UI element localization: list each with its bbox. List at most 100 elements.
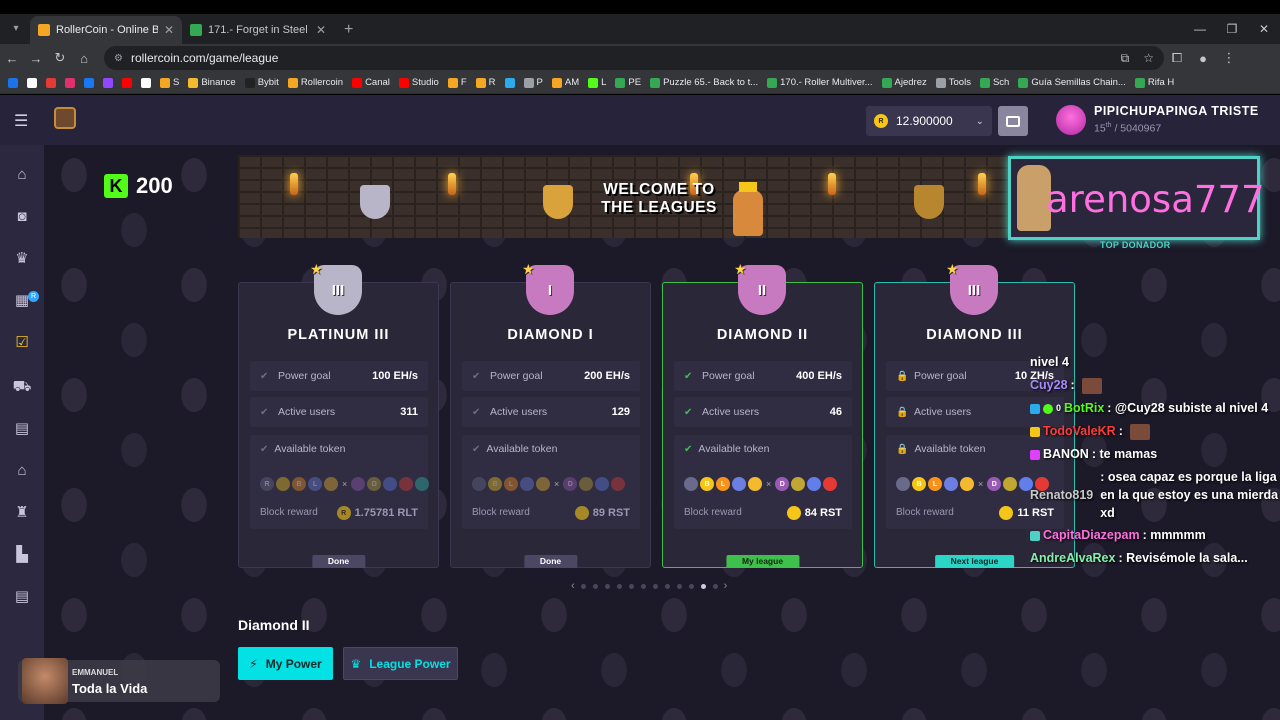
- close-icon[interactable]: ✕: [164, 23, 174, 37]
- forward-icon[interactable]: →: [24, 51, 48, 66]
- chevron-left-icon[interactable]: ‹: [571, 580, 575, 592]
- league-card[interactable]: ★ III PLATINUM III ✔ Power goal 100 EH/s…: [238, 261, 439, 568]
- username[interactable]: PIPICHUPAPINGA TRISTE: [1094, 104, 1259, 118]
- pager-dot[interactable]: [664, 583, 670, 589]
- trophy-icon[interactable]: ♜: [12, 503, 32, 523]
- pager-dot[interactable]: [700, 583, 706, 589]
- active-users-row: ✔ Active users 46: [674, 397, 852, 427]
- bookmark-item[interactable]: [84, 77, 94, 88]
- pager-dot[interactable]: [616, 583, 622, 589]
- games-controller-icon[interactable]: ◙: [12, 207, 32, 227]
- wallet-button[interactable]: [998, 106, 1028, 136]
- bookmark-item[interactable]: [27, 77, 37, 88]
- extensions-icon[interactable]: ⧠: [1164, 50, 1190, 66]
- avatar[interactable]: [1056, 105, 1086, 135]
- news-icon[interactable]: ▤: [12, 587, 32, 607]
- bookmark-item[interactable]: AM: [551, 77, 579, 88]
- shop-cart-icon[interactable]: ⛟: [12, 377, 32, 397]
- chevron-right-icon[interactable]: ›: [724, 580, 728, 592]
- tasks-icon[interactable]: ☑: [12, 333, 32, 353]
- bookmark-item[interactable]: Puzzle 65.- Back to t...: [650, 77, 758, 88]
- pager-dot[interactable]: [688, 583, 694, 589]
- close-icon[interactable]: ✕: [316, 23, 326, 37]
- reload-icon[interactable]: ↻: [48, 50, 72, 66]
- bookmark-star-icon[interactable]: ☆: [1143, 51, 1154, 66]
- site-info-icon[interactable]: ⚙: [114, 53, 123, 64]
- storage-icon[interactable]: ▤: [12, 419, 32, 439]
- url-input[interactable]: ⚙ rollercoin.com/game/league ⧉ ☆: [104, 46, 1164, 70]
- chat-username[interactable]: CapitaDiazepam: [1043, 524, 1140, 547]
- pager-dot[interactable]: [592, 583, 598, 589]
- factory-icon[interactable]: ▙: [12, 545, 32, 565]
- bookmark-item[interactable]: 170.- Roller Multiver...: [767, 77, 873, 88]
- bookmark-item[interactable]: Rollercoin: [287, 77, 343, 88]
- tab-rollercoin[interactable]: RollerCoin - Online Bitcoin Mining Simul…: [30, 16, 182, 44]
- bookmark-item[interactable]: Binance: [188, 77, 236, 88]
- bookmark-item[interactable]: [122, 77, 132, 88]
- bookmark-item[interactable]: F: [447, 77, 467, 88]
- chat-username[interactable]: TodoValeKR: [1043, 420, 1116, 443]
- power-goal-value: 400 EH/s: [796, 370, 842, 382]
- chat-username[interactable]: Renato819: [1030, 486, 1093, 504]
- bookmark-item[interactable]: Studio: [398, 77, 439, 88]
- league-card[interactable]: ★ II DIAMOND II ✔ Power goal 400 EH/s ✔ …: [662, 261, 863, 568]
- bookmark-item[interactable]: L: [588, 77, 606, 88]
- tab-search-icon[interactable]: ▾: [6, 19, 26, 39]
- bookmark-item[interactable]: [504, 77, 515, 88]
- league-power-button[interactable]: ♛ League Power: [343, 647, 458, 680]
- bookmark-item[interactable]: [46, 77, 56, 88]
- chat-username[interactable]: AndreAlvaRex: [1030, 547, 1115, 570]
- chat-username[interactable]: BANON: [1043, 443, 1089, 466]
- bookmark-item[interactable]: PE: [615, 77, 641, 88]
- home-icon[interactable]: ⌂: [12, 165, 32, 185]
- chat-username[interactable]: nivel 4: [1030, 351, 1069, 374]
- more-menu-icon[interactable]: ⋮: [1216, 50, 1242, 66]
- pager-dot[interactable]: [712, 583, 718, 589]
- pager-dot[interactable]: [628, 583, 634, 589]
- bookmark-item[interactable]: [141, 77, 151, 88]
- pager-dot[interactable]: [604, 583, 610, 589]
- rewards-icon[interactable]: ♛: [12, 249, 32, 269]
- chat-username[interactable]: BotRix: [1064, 397, 1104, 420]
- close-window-icon[interactable]: ✕: [1248, 14, 1280, 44]
- room-icon[interactable]: ⌂: [12, 461, 32, 481]
- bookmark-item[interactable]: Rifa H: [1134, 77, 1175, 88]
- bookmark-item[interactable]: Canal: [352, 77, 390, 88]
- power-goal-value: 200 EH/s: [584, 370, 630, 382]
- pager-dot[interactable]: [580, 583, 586, 589]
- bookmark-item[interactable]: P: [523, 77, 543, 88]
- back-icon[interactable]: ←: [0, 51, 24, 66]
- menu-icon[interactable]: ☰: [14, 111, 28, 131]
- pager-dot[interactable]: [676, 583, 682, 589]
- pager-dot[interactable]: [652, 583, 658, 589]
- bookmark-item[interactable]: Bybit: [244, 77, 279, 88]
- bookmark-item[interactable]: Ajedrez: [881, 77, 927, 88]
- bookmark-label: Rifa H: [1147, 77, 1175, 88]
- token-separator: ×: [554, 479, 560, 489]
- new-tab-icon[interactable]: +: [344, 21, 353, 39]
- bookmark-item[interactable]: [8, 77, 18, 88]
- block-reward-label: Block reward: [472, 507, 530, 518]
- active-users-row: ✔ Active users 311: [250, 397, 428, 427]
- league-card[interactable]: ★ I DIAMOND I ✔ Power goal 200 EH/s ✔ Ac…: [450, 261, 651, 568]
- bookmark-item[interactable]: [65, 77, 75, 88]
- bookmark-item[interactable]: R: [475, 77, 496, 88]
- bookmark-item[interactable]: [103, 77, 113, 88]
- balance-dropdown[interactable]: R 12.900000 ⌄: [866, 106, 992, 136]
- chat-username[interactable]: Cuy28: [1030, 374, 1068, 397]
- crown-icon: [739, 182, 757, 192]
- home-icon[interactable]: ⌂: [72, 51, 96, 66]
- my-power-button[interactable]: ⚡ My Power: [238, 647, 333, 680]
- pager-dot[interactable]: [640, 583, 646, 589]
- bookmark-item[interactable]: Guía Semillas Chain...: [1018, 77, 1126, 88]
- install-app-icon[interactable]: ⧉: [1121, 51, 1130, 66]
- restore-icon[interactable]: ❐: [1216, 14, 1248, 44]
- bookmark-item[interactable]: Tools: [935, 77, 971, 88]
- bookmark-item[interactable]: S: [160, 77, 179, 88]
- rollercoin-logo[interactable]: [54, 107, 76, 129]
- market-icon[interactable]: ▦: [12, 291, 32, 311]
- bookmark-item[interactable]: Sch: [979, 77, 1009, 88]
- tab-spreadsheet[interactable]: 171.- Forget in Steel - Hojas de cálculo…: [182, 16, 334, 44]
- profile-icon[interactable]: ●: [1190, 51, 1216, 66]
- minimize-icon[interactable]: —: [1184, 14, 1216, 44]
